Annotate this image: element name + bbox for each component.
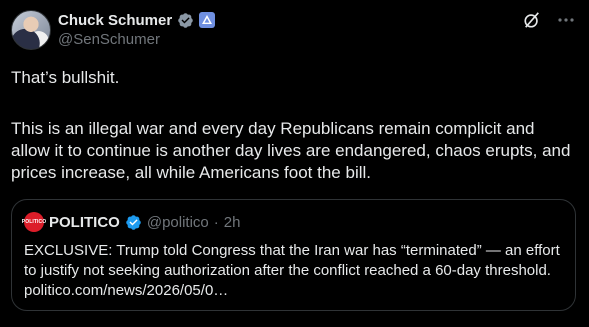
quoted-display-name[interactable]: POLITICO [49, 214, 120, 231]
quoted-post-text: EXCLUSIVE: Trump told Congress that the … [24, 242, 560, 299]
verified-badge-icon[interactable] [125, 214, 142, 231]
verified-badge-icon[interactable] [177, 12, 194, 29]
more-options-icon[interactable] [556, 10, 576, 30]
quoted-handle[interactable]: @politico [147, 214, 209, 231]
quoted-post-header: POLITICO POLITICO @politico · 2h [22, 212, 241, 232]
post-card[interactable]: Chuck Schumer @SenSchumer That’s bullshi… [0, 0, 589, 327]
author-display-name[interactable]: Chuck Schumer [58, 12, 172, 29]
grok-icon[interactable] [522, 10, 542, 30]
post-text-body: This is an illegal war and every day Rep… [11, 119, 571, 182]
separator-dot: · [213, 213, 219, 231]
quoted-timestamp[interactable]: 2h [224, 214, 241, 231]
politico-logo-icon[interactable]: POLITICO [22, 212, 46, 232]
quoted-post[interactable]: POLITICO POLITICO @politico · 2h EXCLUSI… [11, 199, 576, 311]
author-name-row: Chuck Schumer [58, 10, 216, 30]
post-text-line1: That’s bullshit. [11, 68, 120, 87]
author-handle[interactable]: @SenSchumer [58, 31, 160, 48]
post-top-actions [522, 10, 576, 30]
government-badge-icon[interactable] [199, 12, 216, 28]
author-avatar[interactable] [11, 10, 51, 50]
